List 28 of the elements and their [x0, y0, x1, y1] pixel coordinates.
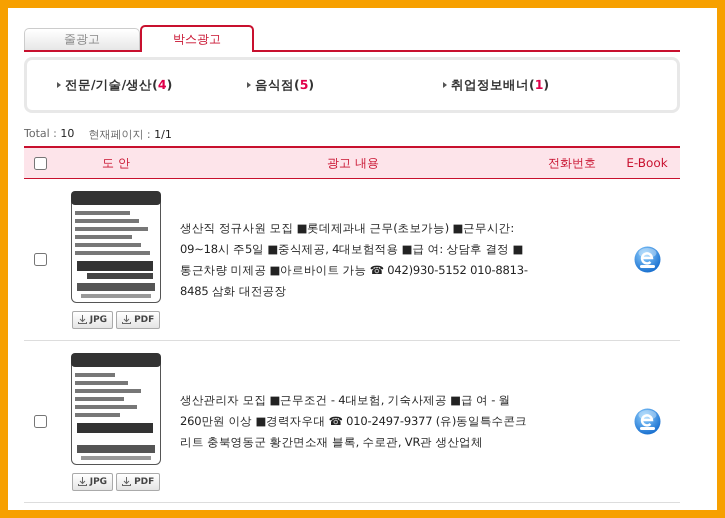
ad-content: 생산관리자 모집 ■근무조건 - 4대보험, 기숙사제공 ■급 여 - 월260만원 이상 ■경력자우대 ☎ 010-2497-9377 (유)동일특수콘크리트 충북영동군 황간면소재 블록, 수로관, VR관 생산업체 [179, 392, 528, 451]
category-link[interactable]: 취업정보배너(1) [443, 76, 677, 94]
select-all-checkbox[interactable] [34, 156, 46, 170]
download-icon [78, 477, 87, 486]
chevron-icon [443, 82, 447, 88]
column-header: 광고 내용 [326, 154, 380, 172]
chevron-icon [247, 82, 251, 88]
row-checkbox[interactable] [34, 253, 46, 266]
download-icon [122, 315, 132, 324]
ad-content: 생산직 정규사원 모집 ■롯데제과내 근무(초보가능) ■근무시간: 09~18시 주5일 ■중식제공, 4대보험적용 ■급 여: 상담후 결정 ■통근차량 미제공 ■아르바이트 가능 ☎ 042)930-5152 010-8813-8485 삼화 대전공장 [179, 220, 529, 300]
ebook-icon[interactable] [634, 408, 660, 435]
download-button[interactable]: PDF [116, 472, 160, 490]
chevron-icon [57, 82, 61, 88]
total-count: Total : 10 [24, 127, 74, 142]
column-header: 전화번호 [547, 154, 597, 172]
download-button[interactable]: JPG [72, 310, 114, 328]
column-header: 도 안 [101, 154, 131, 172]
row-checkbox[interactable] [34, 415, 46, 428]
download-button[interactable]: JPG [72, 472, 114, 490]
category-link[interactable]: 음식점(5) [247, 76, 443, 94]
download-icon [78, 315, 87, 324]
download-icon [122, 477, 132, 486]
column-header: E-Book [625, 156, 669, 170]
download-button[interactable]: PDF [116, 310, 160, 328]
category-link[interactable]: 전문/기술/생산(4) [57, 76, 247, 94]
tab[interactable]: 박스광고 [140, 25, 254, 52]
ebook-icon[interactable] [634, 246, 660, 273]
current-page: 현재페이지 : 1/1 [88, 127, 172, 142]
